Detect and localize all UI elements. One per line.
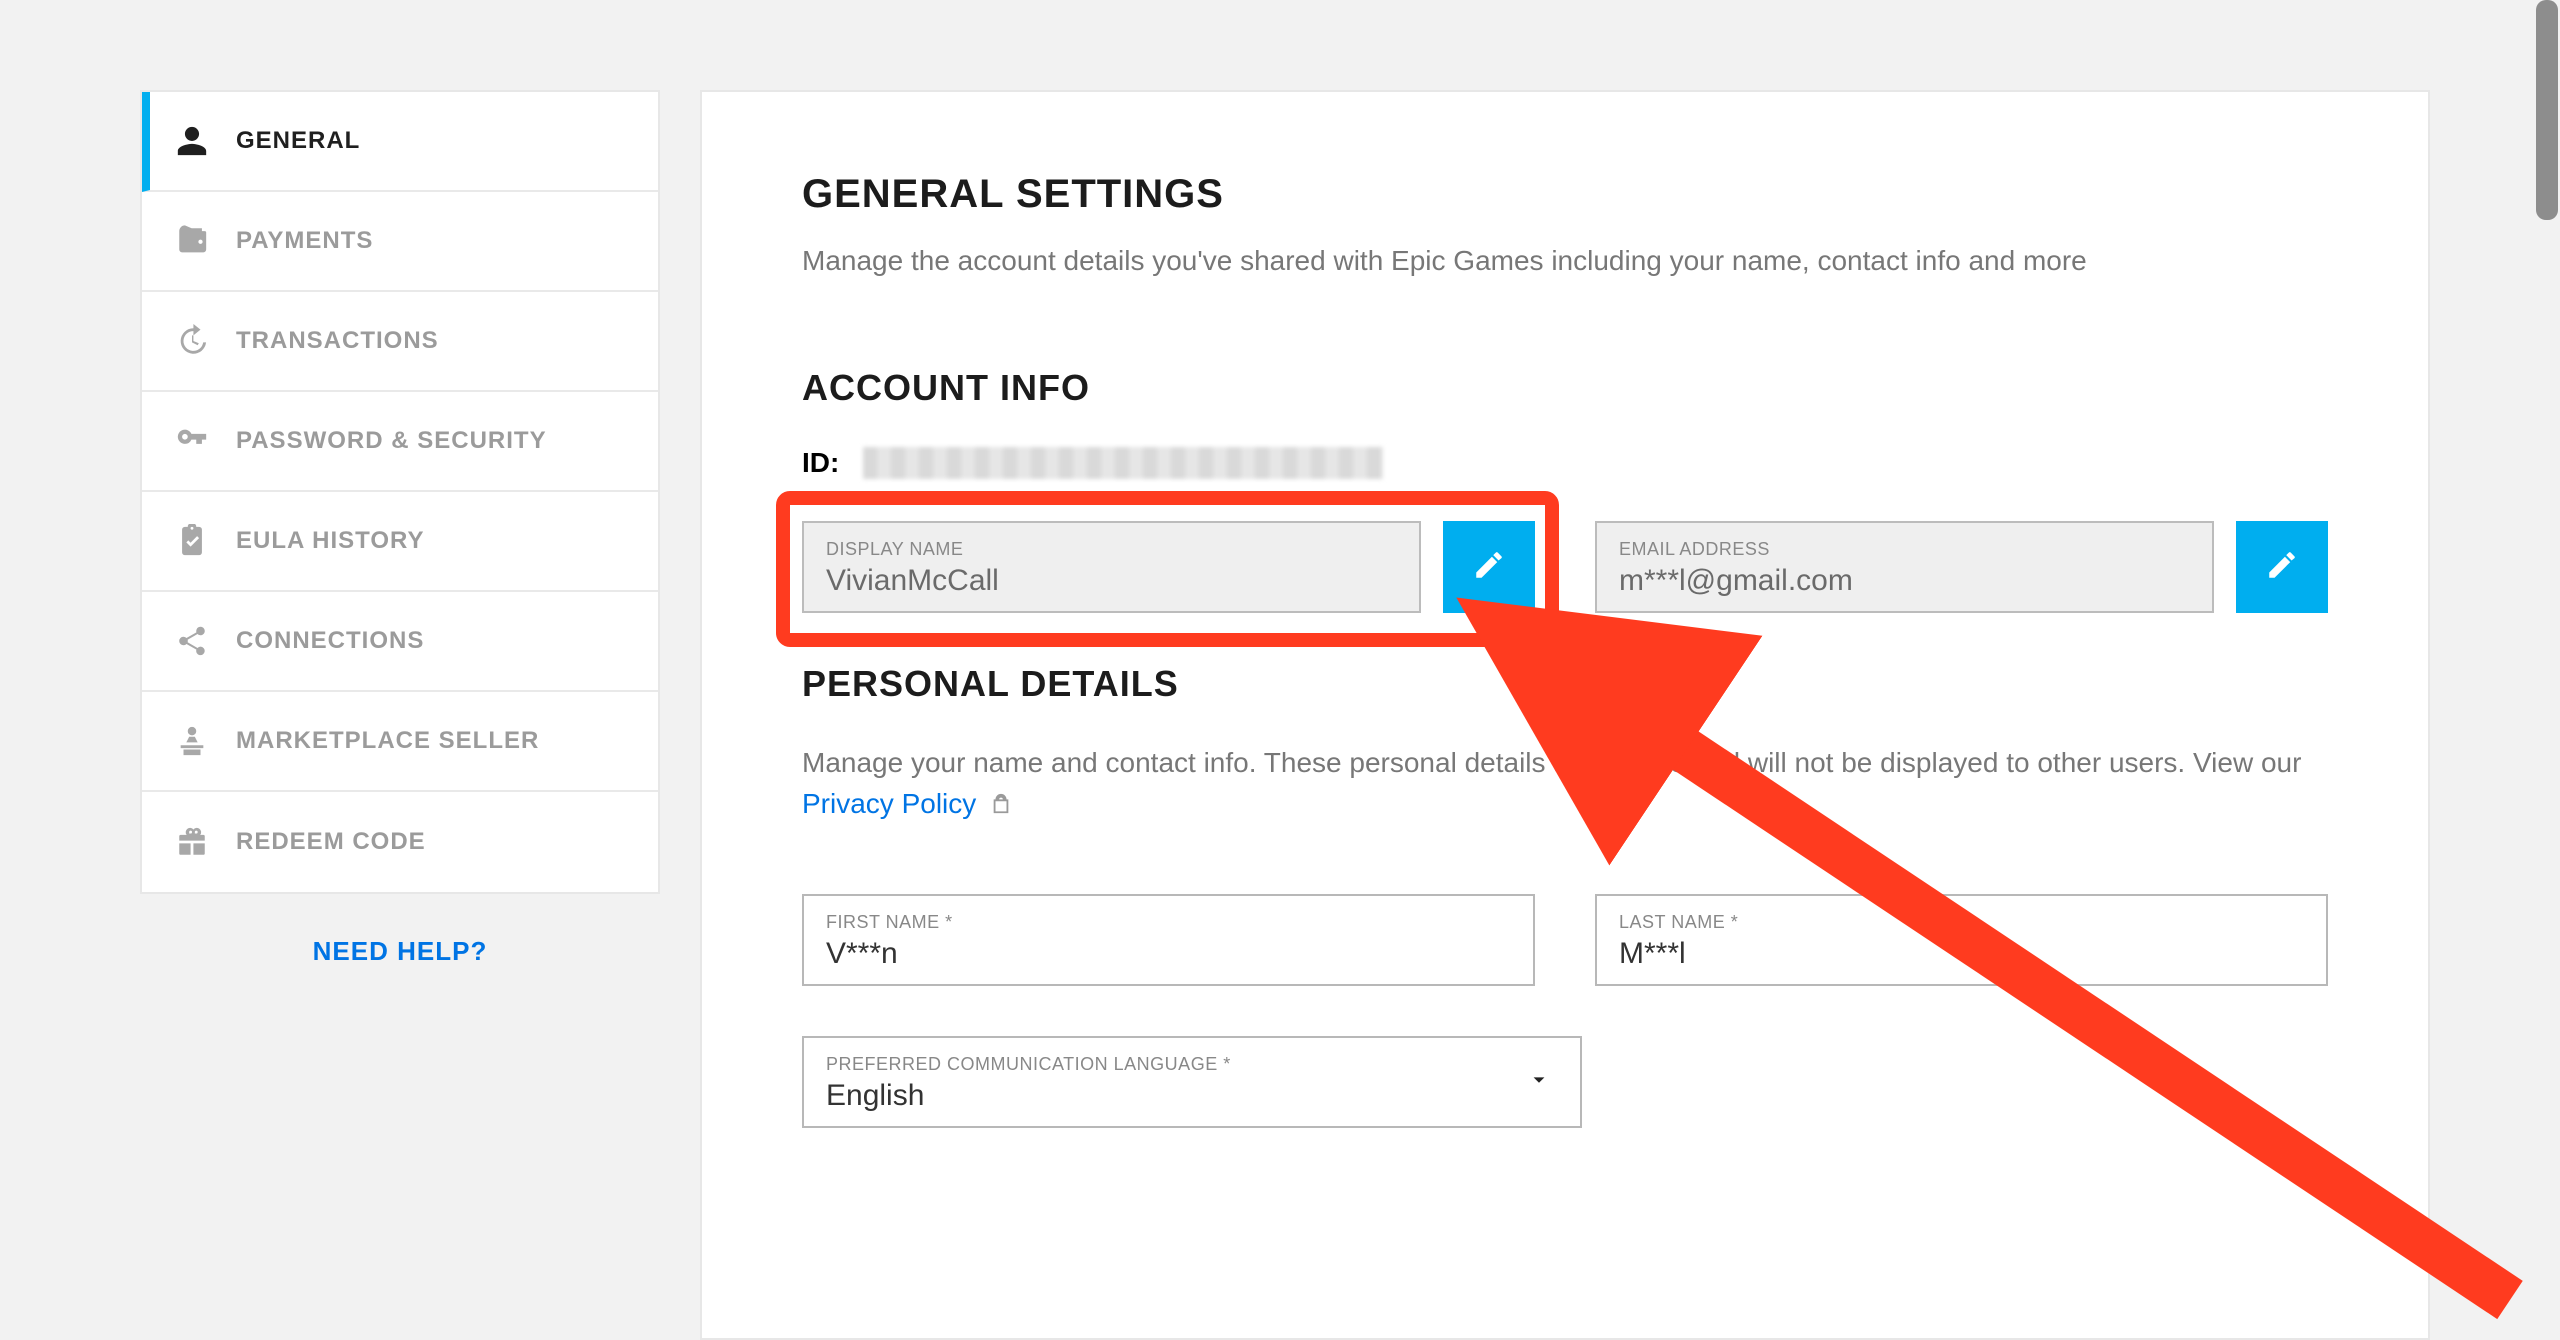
field-label: DISPLAY NAME (826, 539, 1397, 560)
person-icon (174, 123, 210, 159)
sidebar-item-connections[interactable]: CONNECTIONS (142, 592, 658, 692)
lock-icon (990, 793, 1014, 817)
edit-email-button[interactable] (2236, 521, 2328, 613)
account-info-title: ACCOUNT INFO (802, 367, 2328, 409)
sidebar-item-password-security[interactable]: PASSWORD & SECURITY (142, 392, 658, 492)
settings-sidebar: GENERAL PAYMENTS TRANSACTIONS PASSWORD &… (140, 90, 660, 1340)
pencil-icon (1472, 548, 1506, 587)
wallet-icon (174, 223, 210, 259)
sidebar-item-general[interactable]: GENERAL (142, 92, 658, 192)
id-value-redacted (863, 447, 1383, 479)
edit-display-name-button[interactable] (1443, 521, 1535, 613)
sidebar-item-payments[interactable]: PAYMENTS (142, 192, 658, 292)
sidebar-item-label: CONNECTIONS (236, 627, 424, 655)
need-help-link[interactable]: NEED HELP? (140, 936, 660, 967)
email-group: EMAIL ADDRESS m***l@gmail.com (1595, 521, 2328, 613)
sidebar-item-label: REDEEM CODE (236, 828, 426, 856)
field-label: LAST NAME * (1619, 912, 2304, 933)
sidebar-item-label: PASSWORD & SECURITY (236, 427, 547, 455)
sidebar-item-label: GENERAL (236, 127, 360, 155)
personal-details-desc: Manage your name and contact info. These… (802, 743, 2328, 824)
first-name-input[interactable]: FIRST NAME * V***n (802, 894, 1535, 986)
sidebar-item-label: PAYMENTS (236, 227, 373, 255)
clipboard-check-icon (174, 523, 210, 559)
field-label: EMAIL ADDRESS (1619, 539, 2190, 560)
field-value: M***l (1619, 937, 2304, 971)
main-panel: GENERAL SETTINGS Manage the account deta… (700, 90, 2430, 1340)
account-id-row: ID: (802, 447, 2328, 479)
privacy-policy-link[interactable]: Privacy Policy (802, 788, 976, 819)
sidebar-item-transactions[interactable]: TRANSACTIONS (142, 292, 658, 392)
first-name-group: FIRST NAME * V***n (802, 894, 1535, 986)
field-label: FIRST NAME * (826, 912, 1511, 933)
field-value: VivianMcCall (826, 564, 1397, 598)
field-value: m***l@gmail.com (1619, 564, 2190, 598)
sidebar-item-eula-history[interactable]: EULA HISTORY (142, 492, 658, 592)
sidebar-item-redeem-code[interactable]: REDEEM CODE (142, 792, 658, 892)
nav-list: GENERAL PAYMENTS TRANSACTIONS PASSWORD &… (140, 90, 660, 894)
gift-icon (174, 824, 210, 860)
pencil-icon (2265, 548, 2299, 587)
language-select[interactable]: PREFERRED COMMUNICATION LANGUAGE * Engli… (802, 1036, 1582, 1128)
last-name-input[interactable]: LAST NAME * M***l (1595, 894, 2328, 986)
history-icon (174, 323, 210, 359)
key-icon (174, 423, 210, 459)
display-name-field: DISPLAY NAME VivianMcCall (802, 521, 1421, 613)
email-field: EMAIL ADDRESS m***l@gmail.com (1595, 521, 2214, 613)
last-name-group: LAST NAME * M***l (1595, 894, 2328, 986)
desc-text: Manage your name and contact info. These… (802, 747, 2301, 778)
field-label: PREFERRED COMMUNICATION LANGUAGE * (826, 1054, 1558, 1075)
field-value: English (826, 1079, 1558, 1113)
vertical-scrollbar[interactable] (2536, 0, 2558, 220)
sidebar-item-label: EULA HISTORY (236, 527, 424, 555)
language-group: PREFERRED COMMUNICATION LANGUAGE * Engli… (802, 1036, 1582, 1128)
page-subtitle: Manage the account details you've shared… (802, 245, 2328, 277)
page-title: GENERAL SETTINGS (802, 172, 2328, 217)
id-label: ID: (802, 447, 839, 479)
sidebar-item-marketplace-seller[interactable]: MARKETPLACE SELLER (142, 692, 658, 792)
sidebar-item-label: TRANSACTIONS (236, 327, 439, 355)
personal-details-title: PERSONAL DETAILS (802, 663, 2328, 705)
share-icon (174, 623, 210, 659)
podium-person-icon (174, 723, 210, 759)
display-name-group: DISPLAY NAME VivianMcCall (802, 521, 1535, 613)
field-value: V***n (826, 937, 1511, 971)
sidebar-item-label: MARKETPLACE SELLER (236, 727, 539, 755)
